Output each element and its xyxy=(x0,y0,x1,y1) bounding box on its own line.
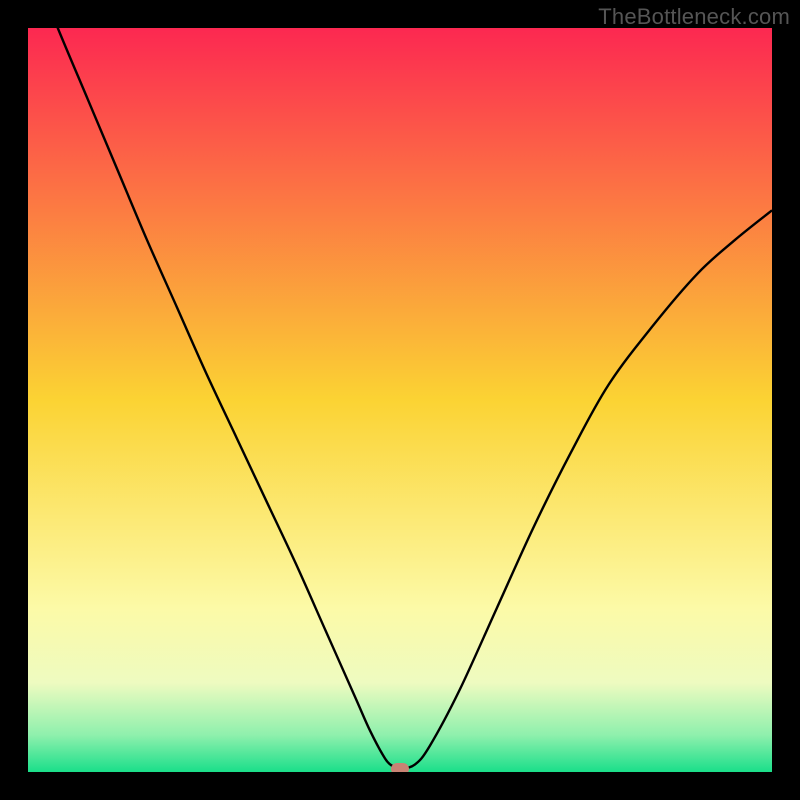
chart-svg xyxy=(28,28,772,772)
chart-frame: TheBottleneck.com xyxy=(0,0,800,800)
plot-area xyxy=(28,28,772,772)
watermark-text: TheBottleneck.com xyxy=(598,4,790,30)
optimal-point-marker xyxy=(391,763,409,772)
gradient-bg xyxy=(28,28,772,772)
